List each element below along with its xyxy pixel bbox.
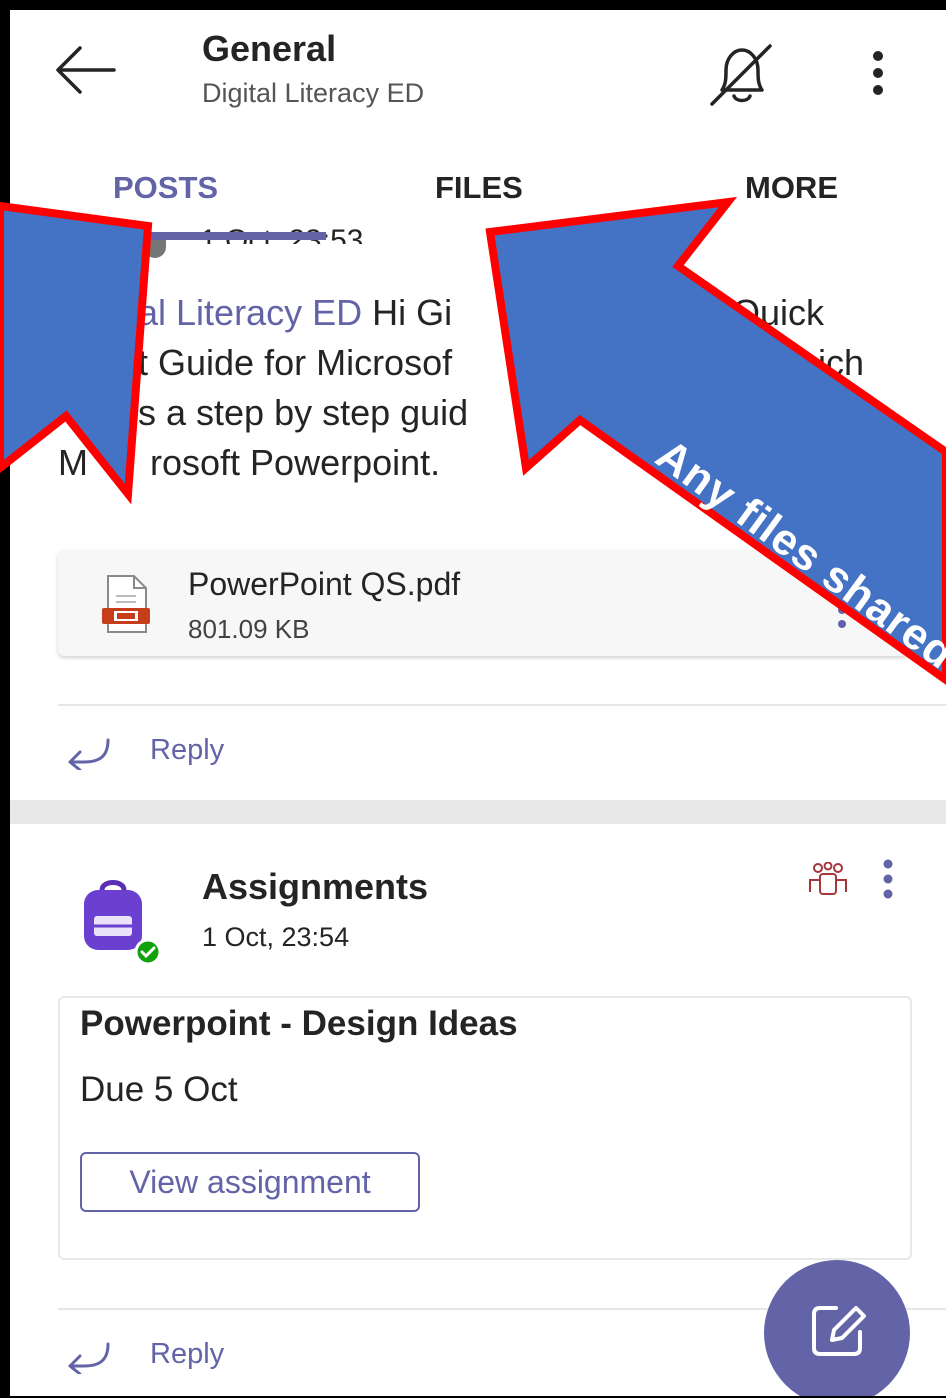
more-options-button[interactable] xyxy=(862,46,894,106)
message-text: M xyxy=(58,442,88,483)
tab-files[interactable]: FILES xyxy=(435,170,523,206)
assignment-card: Powerpoint - Design Ideas Due 5 Oct View… xyxy=(58,996,912,1260)
reply-label: Reply xyxy=(150,734,225,766)
channel-title: General xyxy=(202,28,337,69)
more-vertical-icon xyxy=(873,51,883,95)
reply-label: Reply xyxy=(150,1338,225,1370)
divider xyxy=(58,704,946,706)
arrow-left-icon xyxy=(56,46,116,94)
mention-link[interactable]: al Literacy ED xyxy=(138,292,362,333)
message-text: Hi Gi xyxy=(362,292,453,333)
message-line: M rosoft Powerpoint. xyxy=(58,438,918,488)
message-line: al Literacy ED Hi Gi Quick xyxy=(58,288,918,338)
back-button[interactable] xyxy=(54,44,118,96)
message-text: Quick xyxy=(732,292,825,333)
compose-icon xyxy=(812,1306,866,1356)
message-text: hich xyxy=(798,342,865,383)
backpack-icon xyxy=(84,880,162,966)
mute-button[interactable] xyxy=(704,40,778,110)
message-text: s a step by step guid xyxy=(138,392,469,433)
assignment-due-date: Due 5 Oct xyxy=(80,1070,238,1109)
more-vertical-icon[interactable] xyxy=(880,858,896,902)
reply-button[interactable]: Reply xyxy=(58,1328,358,1384)
reply-icon xyxy=(68,738,110,770)
post-timestamp: 1 Oct, 23:54 xyxy=(202,922,350,952)
new-post-button[interactable] xyxy=(764,1260,910,1396)
reply-button[interactable]: Reply xyxy=(58,724,358,780)
teams-icon[interactable] xyxy=(806,862,850,898)
tab-posts[interactable]: POSTS xyxy=(113,170,218,206)
assignment-title: Powerpoint - Design Ideas xyxy=(80,1004,518,1043)
file-size: 801.09 KB xyxy=(188,614,310,644)
bell-off-icon xyxy=(710,44,772,106)
avatar xyxy=(144,240,166,258)
tab-more[interactable]: MORE xyxy=(745,170,838,206)
message-line: t Guide for Microsof hich xyxy=(58,338,918,388)
message-line: s a step by step guid f xyxy=(58,388,918,438)
file-name: PowerPoint QS.pdf xyxy=(188,566,461,602)
message-text: rosoft Powerpoint. xyxy=(150,442,441,483)
active-tab-indicator xyxy=(108,232,326,240)
pdf-file-icon xyxy=(102,575,150,633)
team-name: Digital Literacy ED xyxy=(202,78,425,108)
app-frame: General Digital Literacy ED POSTS FILES … xyxy=(10,10,946,1396)
message-text: f xyxy=(866,392,877,433)
post-message: al Literacy ED Hi Gi Quick t Guide for M… xyxy=(58,288,918,488)
post-separator xyxy=(10,800,946,824)
reply-icon xyxy=(68,1342,110,1374)
view-assignment-button[interactable]: View assignment xyxy=(80,1152,420,1212)
channel-header: General Digital Literacy ED xyxy=(10,10,946,130)
post-author: Assignments xyxy=(202,866,429,907)
message-text: t Guide for Microsof xyxy=(138,342,453,383)
